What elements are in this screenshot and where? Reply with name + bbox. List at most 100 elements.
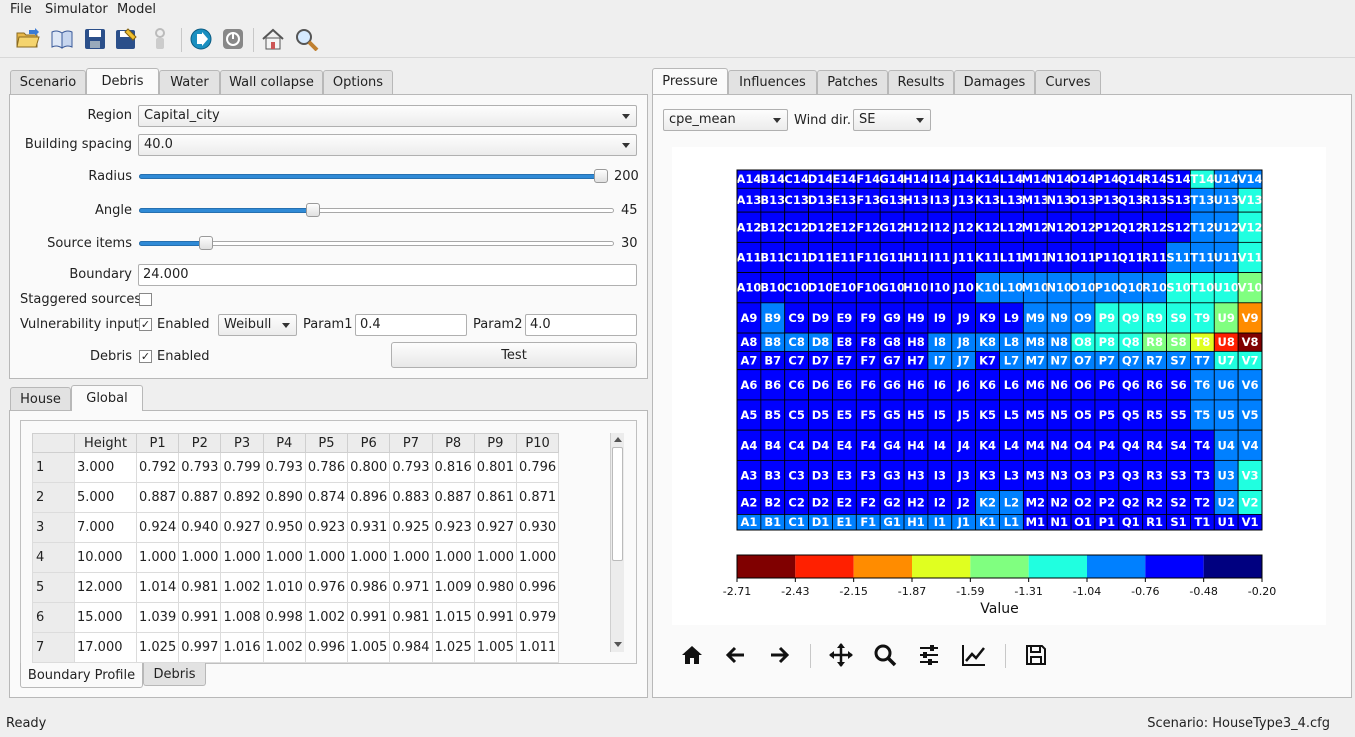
tab-influences[interactable]: Influences xyxy=(728,70,817,94)
table-cell[interactable]: 0.924 xyxy=(135,512,180,543)
table-cell[interactable]: 1.000 xyxy=(262,542,306,573)
slider-handle[interactable] xyxy=(306,203,320,217)
table-cell[interactable]: 0.998 xyxy=(262,602,306,633)
param2-input[interactable]: 4.0 xyxy=(525,314,637,336)
row-number[interactable]: 5 xyxy=(32,572,75,603)
table-cell[interactable]: 0.871 xyxy=(515,482,560,513)
slider-handle[interactable] xyxy=(594,169,608,183)
table-cell[interactable]: 0.816 xyxy=(431,452,475,483)
table-cell[interactable]: 1.000 xyxy=(473,542,517,573)
column-header[interactable]: P2 xyxy=(178,433,222,453)
table-row[interactable]: 7 17.000 1.025 0.997 1.016 1.002 0.996 1.005 0.9… xyxy=(32,632,560,663)
table-cell[interactable]: 0.986 xyxy=(347,572,391,603)
table-cell[interactable]: 0.786 xyxy=(304,452,349,483)
table-cell[interactable]: 0.887 xyxy=(135,482,180,513)
table-cell[interactable]: 0.883 xyxy=(389,482,433,513)
table-row[interactable]: 3 7.000 0.924 0.940 0.927 0.950 0.923 0.931 0.92… xyxy=(32,512,560,543)
row-number[interactable]: 4 xyxy=(32,542,75,573)
table-row[interactable]: 6 15.000 1.039 0.991 1.008 0.998 1.002 0.991 0.9… xyxy=(32,602,560,633)
table-cell[interactable]: 0.890 xyxy=(262,482,306,513)
debris-checkbox[interactable]: ✓ xyxy=(139,350,152,363)
param1-input[interactable]: 0.4 xyxy=(355,314,467,336)
table-cell[interactable]: 1.009 xyxy=(431,572,475,603)
table-cell[interactable]: 1.014 xyxy=(135,572,180,603)
table-cell[interactable]: 1.016 xyxy=(220,632,264,663)
table-cell[interactable]: 0.793 xyxy=(178,452,222,483)
table-cell[interactable]: 1.039 xyxy=(135,602,180,633)
table-cell[interactable]: 1.011 xyxy=(515,632,560,663)
table-cell[interactable]: 0.793 xyxy=(262,452,306,483)
column-header[interactable]: Height xyxy=(74,433,137,453)
table-cell[interactable]: 1.000 xyxy=(347,542,391,573)
home-icon[interactable] xyxy=(678,641,706,669)
table-cell[interactable]: 1.000 xyxy=(220,542,264,573)
home-icon[interactable] xyxy=(259,25,287,53)
column-header[interactable]: P9 xyxy=(473,433,517,453)
table-cell[interactable]: 0.801 xyxy=(473,452,517,483)
table-cell[interactable]: 0.971 xyxy=(389,572,433,603)
table-cell[interactable]: 0.927 xyxy=(473,512,517,543)
table-cell[interactable]: 1.000 xyxy=(389,542,433,573)
wind-direction-combo[interactable]: SE xyxy=(853,109,931,131)
table-vertical-scrollbar[interactable] xyxy=(610,433,624,652)
table-cell[interactable]: 1.010 xyxy=(262,572,306,603)
tab-water[interactable]: Water xyxy=(159,70,220,94)
height-cell[interactable]: 5.000 xyxy=(74,482,137,513)
menu-simulator[interactable]: Simulator xyxy=(45,2,108,17)
column-header[interactable]: P8 xyxy=(431,433,475,453)
table-cell[interactable]: 1.015 xyxy=(431,602,475,633)
table-row[interactable]: 2 5.000 0.887 0.887 0.892 0.890 0.874 0.896 0.88… xyxy=(32,482,560,513)
table-cell[interactable]: 1.002 xyxy=(304,602,349,633)
column-header[interactable]: P5 xyxy=(304,433,349,453)
table-cell[interactable]: 1.000 xyxy=(135,542,180,573)
table-cell[interactable]: 0.930 xyxy=(515,512,560,543)
height-cell[interactable]: 3.000 xyxy=(74,452,137,483)
configure-icon[interactable] xyxy=(915,641,943,669)
table-cell[interactable]: 0.984 xyxy=(389,632,433,663)
table-cell[interactable]: 0.950 xyxy=(262,512,306,543)
table-cell[interactable]: 0.887 xyxy=(178,482,222,513)
column-header[interactable]: P10 xyxy=(515,433,560,453)
pause-icon[interactable] xyxy=(219,25,247,53)
save-icon[interactable] xyxy=(81,25,109,53)
table-cell[interactable]: 0.931 xyxy=(347,512,391,543)
tab-damages[interactable]: Damages xyxy=(954,70,1035,94)
table-cell[interactable]: 1.025 xyxy=(431,632,475,663)
stop-icon[interactable] xyxy=(146,25,174,53)
tab-wall-collapse[interactable]: Wall collapse xyxy=(220,70,323,94)
tab-options[interactable]: Options xyxy=(323,70,393,94)
slider-handle[interactable] xyxy=(199,236,213,250)
height-cell[interactable]: 15.000 xyxy=(74,602,137,633)
table-cell[interactable]: 0.799 xyxy=(220,452,264,483)
table-cell[interactable]: 0.980 xyxy=(473,572,517,603)
table-cell[interactable]: 0.800 xyxy=(347,452,391,483)
table-cell[interactable]: 1.025 xyxy=(135,632,180,663)
menu-file[interactable]: File xyxy=(10,2,32,17)
table-cell[interactable]: 0.896 xyxy=(347,482,391,513)
table-cell[interactable]: 1.000 xyxy=(304,542,349,573)
column-header[interactable]: P4 xyxy=(262,433,306,453)
table-cell[interactable]: 0.792 xyxy=(135,452,180,483)
radius-slider[interactable] xyxy=(139,168,608,184)
table-cell[interactable]: 0.991 xyxy=(178,602,222,633)
save-as-icon[interactable] xyxy=(112,25,140,53)
column-header[interactable]: P3 xyxy=(220,433,264,453)
table-cell[interactable]: 0.976 xyxy=(304,572,349,603)
statistic-combo[interactable]: cpe_mean xyxy=(663,109,788,131)
staggered-sources-checkbox[interactable] xyxy=(139,293,152,306)
tab-debris-bottom[interactable]: Debris xyxy=(143,663,206,686)
distribution-combo[interactable]: Weibull xyxy=(218,314,297,336)
scroll-down-icon[interactable] xyxy=(614,642,622,647)
scroll-thumb[interactable] xyxy=(612,447,623,561)
tab-patches[interactable]: Patches xyxy=(817,70,888,94)
table-cell[interactable]: 0.861 xyxy=(473,482,517,513)
region-combo[interactable]: Capital_city xyxy=(138,105,637,127)
tab-scenario[interactable]: Scenario xyxy=(10,70,86,94)
row-number[interactable]: 3 xyxy=(32,512,75,543)
table-cell[interactable]: 0.940 xyxy=(178,512,222,543)
back-arrow-icon[interactable] xyxy=(722,641,750,669)
height-cell[interactable]: 12.000 xyxy=(74,572,137,603)
menu-model[interactable]: Model xyxy=(117,2,156,17)
column-header[interactable]: P7 xyxy=(389,433,433,453)
scroll-up-icon[interactable] xyxy=(614,437,622,442)
